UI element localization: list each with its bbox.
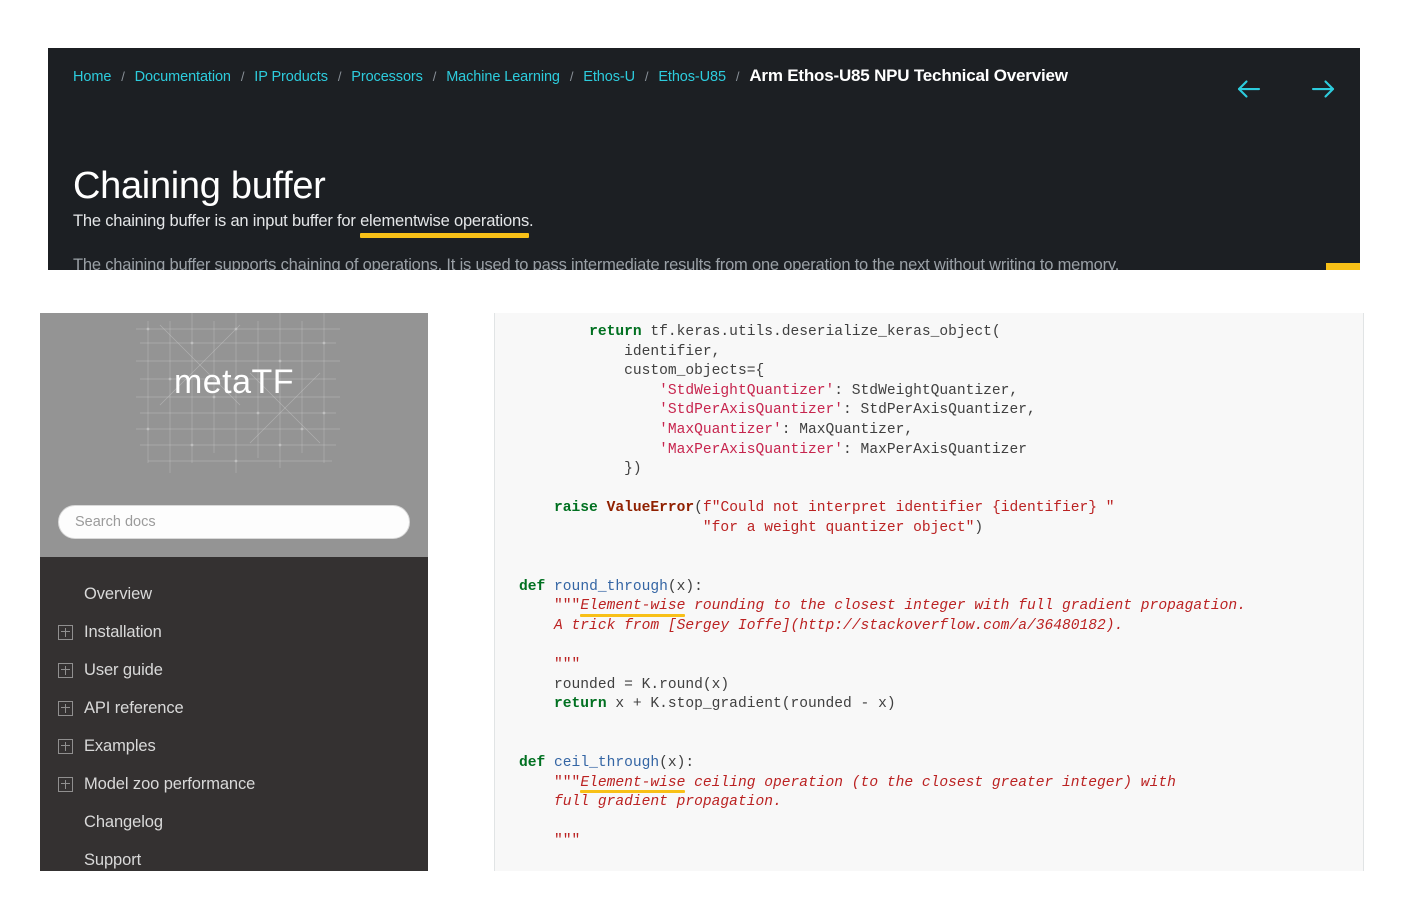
- sidebar-item-user-guide[interactable]: User guide: [40, 651, 428, 689]
- expand-toggle-icon[interactable]: [58, 738, 73, 754]
- breadcrumb-separator: /: [735, 69, 740, 84]
- breadcrumb-separator: /: [240, 69, 245, 84]
- arrow-right-icon[interactable]: [1308, 74, 1338, 104]
- arrow-left-icon[interactable]: [1234, 74, 1264, 104]
- sidebar-item-support[interactable]: Support: [40, 841, 428, 871]
- code-string: 'StdPerAxisQuantizer': [659, 402, 844, 419]
- breadcrumb-separator: /: [121, 69, 125, 84]
- code-keyword-return: return: [554, 696, 607, 713]
- sidebar-item-changelog[interactable]: Changelog: [40, 803, 428, 841]
- sidebar-item-api-reference[interactable]: API reference: [40, 689, 428, 727]
- breadcrumb-separator: /: [644, 69, 649, 84]
- breadcrumb-item-home[interactable]: Home: [73, 69, 111, 85]
- code-keyword-def: def: [519, 755, 546, 772]
- code-highlighted-term: Element-wise: [580, 774, 686, 794]
- expand-toggle-icon[interactable]: [58, 662, 73, 678]
- sidebar-item-label: Examples: [84, 736, 156, 755]
- expand-toggle-icon[interactable]: [58, 776, 73, 792]
- code-docstring-line: Element-wise ceiling operation (to the c…: [580, 774, 1176, 794]
- grid-pattern-icon: [136, 313, 340, 473]
- breadcrumb-item-current: Arm Ethos-U85 NPU Technical Overview: [749, 66, 1068, 85]
- code-docstring-quotes: """: [554, 833, 581, 850]
- subtitle-highlighted-term: elementwise operations: [360, 212, 530, 238]
- sidebar-item-examples[interactable]: Examples: [40, 727, 428, 765]
- sidebar-item-label: User guide: [84, 660, 163, 679]
- code-keyword-def: def: [519, 578, 546, 595]
- clipped-body-paragraph: The chaining buffer supports chaining of…: [73, 255, 1348, 270]
- clipped-body-line: The chaining buffer supports chaining of…: [73, 256, 1120, 270]
- code-docstring-quotes: """: [554, 657, 581, 674]
- metatf-documentation-panel: metaTF Overview Installation: [40, 313, 1364, 871]
- code-function-name-ceil-through: ceil_through: [554, 755, 660, 772]
- code-listing[interactable]: return tf.keras.utils.deserialize_keras_…: [495, 313, 1363, 862]
- header-navigation-arrows: [1234, 74, 1338, 104]
- corner-highlight-marker: [1326, 263, 1360, 270]
- code-string: 'StdWeightQuantizer': [659, 382, 835, 399]
- sidebar-item-model-zoo-performance[interactable]: Model zoo performance: [40, 765, 428, 803]
- sidebar-item-label: API reference: [84, 698, 184, 717]
- search-container: [40, 505, 428, 557]
- subtitle-text-before: The chaining buffer is an input buffer f…: [73, 212, 361, 230]
- sidebar-item-label: Support: [84, 850, 142, 869]
- code-fstring: f"Could not interpret identifier {identi…: [702, 500, 1115, 517]
- expand-toggle-icon[interactable]: [58, 624, 73, 640]
- arm-documentation-panel: Home / Documentation / IP Products / Pro…: [48, 48, 1360, 270]
- sidebar-nav-list: Overview Installation User guide API ref…: [40, 557, 428, 871]
- code-string-continuation: "for a weight quantizer object": [702, 519, 975, 536]
- code-docstring-line: A trick from [Sergey Ioffe](http://stack…: [519, 617, 1124, 634]
- subtitle-text-after: .: [529, 212, 534, 230]
- code-string: 'MaxPerAxisQuantizer': [659, 441, 844, 458]
- code-exception-name: ValueError: [606, 500, 695, 517]
- breadcrumb-item-processors[interactable]: Processors: [351, 69, 423, 85]
- breadcrumb: Home / Documentation / IP Products / Pro…: [73, 66, 1068, 86]
- code-keyword-return: return: [589, 324, 642, 340]
- breadcrumb-separator: /: [337, 69, 342, 84]
- code-keyword-raise: raise: [554, 500, 598, 517]
- sidebar-item-label: Installation: [84, 622, 162, 641]
- breadcrumb-item-documentation[interactable]: Documentation: [135, 69, 231, 85]
- sidebar-item-overview[interactable]: Overview: [40, 575, 428, 613]
- code-docstring-line: full gradient propagation.: [519, 794, 782, 811]
- sidebar-item-label: Model zoo performance: [84, 774, 256, 793]
- page-title: Chaining buffer: [73, 165, 326, 208]
- sidebar: metaTF Overview Installation: [40, 313, 428, 871]
- code-docstring-line: Element-wise rounding to the closest int…: [580, 597, 1246, 617]
- page-subtitle: The chaining buffer is an input buffer f…: [73, 212, 534, 238]
- breadcrumb-item-ethos-u85[interactable]: Ethos-U85: [658, 69, 726, 85]
- code-docstring-quotes: """: [554, 598, 581, 615]
- logo-area: metaTF: [40, 313, 428, 505]
- sidebar-item-installation[interactable]: Installation: [40, 613, 428, 651]
- content-area: return tf.keras.utils.deserialize_keras_…: [428, 313, 1364, 871]
- code-function-name-round-through: round_through: [554, 578, 668, 595]
- breadcrumb-item-ip-products[interactable]: IP Products: [254, 69, 328, 85]
- breadcrumb-separator: /: [432, 69, 437, 84]
- sidebar-item-label: Overview: [84, 584, 152, 603]
- screenshot-root: Home / Documentation / IP Products / Pro…: [0, 0, 1408, 906]
- logo-wordmark: metaTF: [173, 363, 295, 401]
- expand-toggle-icon[interactable]: [58, 700, 73, 716]
- code-docstring-quotes: """: [554, 774, 581, 791]
- code-block: return tf.keras.utils.deserialize_keras_…: [494, 313, 1364, 871]
- breadcrumb-separator: /: [569, 69, 574, 84]
- breadcrumb-item-ethos-u[interactable]: Ethos-U: [583, 69, 635, 85]
- search-input[interactable]: [58, 505, 410, 539]
- code-highlighted-term: Element-wise: [580, 597, 686, 617]
- code-string: 'MaxQuantizer': [659, 421, 782, 438]
- breadcrumb-item-machine-learning[interactable]: Machine Learning: [446, 69, 560, 85]
- sidebar-item-label: Changelog: [84, 812, 163, 831]
